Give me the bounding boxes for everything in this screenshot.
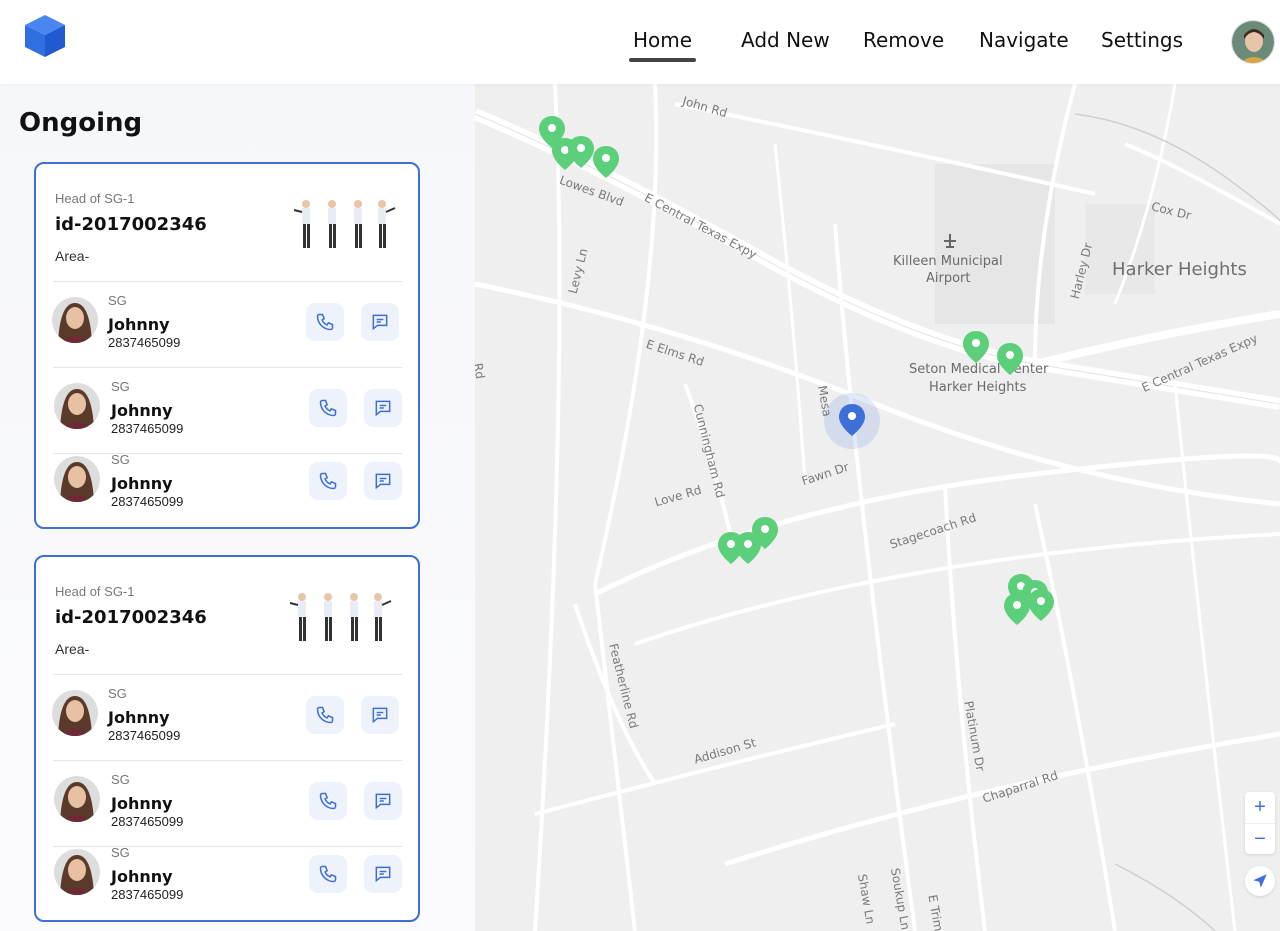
team-area: Area- <box>55 641 90 657</box>
member-name: Johnny <box>111 794 173 813</box>
member-phone: 2837465099 <box>111 887 184 902</box>
airport-label: Airport <box>926 271 971 286</box>
zoom-controls: + − <box>1245 792 1275 854</box>
chat-icon <box>372 707 388 724</box>
team-id: id-2017002346 <box>55 214 207 235</box>
call-button[interactable] <box>309 462 347 500</box>
member-name: Johnny <box>111 474 173 493</box>
team-card[interactable]: Head of SG-1 id-2017002346 Area- SG John… <box>34 162 420 529</box>
hospital-label: Harker Heights <box>929 380 1027 395</box>
nav-remove[interactable]: Remove <box>863 28 944 52</box>
guard-location-pin[interactable] <box>1004 593 1030 625</box>
guard-location-pin[interactable] <box>752 517 778 549</box>
member-name: Johnny <box>108 315 170 334</box>
member-name: Johnny <box>111 401 173 420</box>
chat-icon <box>375 400 391 417</box>
member-role: SG <box>108 686 127 701</box>
call-button[interactable] <box>309 782 347 820</box>
guard-location-pin[interactable] <box>568 136 594 168</box>
member-avatar <box>52 297 98 343</box>
security-guards-illustration <box>293 200 396 248</box>
map-view[interactable]: John Rd Lowes Blvd E Central Texas Expy … <box>475 84 1280 931</box>
chat-icon <box>375 473 391 490</box>
navigation-arrow-icon <box>1253 874 1267 888</box>
member-phone: 2837465099 <box>108 335 181 350</box>
member-role: SG <box>111 845 130 860</box>
team-area: Area- <box>55 248 90 264</box>
nav-home[interactable]: Home <box>628 28 697 62</box>
team-head-label: Head of SG-1 <box>55 191 135 206</box>
member-role: SG <box>111 772 130 787</box>
phone-icon <box>319 472 337 490</box>
security-guards-illustration <box>289 593 392 641</box>
member-phone: 2837465099 <box>111 814 184 829</box>
zoom-in-button[interactable]: + <box>1245 792 1275 823</box>
member-avatar <box>52 690 98 736</box>
list-item: SG Johnny 2837465099 <box>50 833 410 919</box>
chat-icon <box>372 314 388 331</box>
list-item: SG Johnny 2837465099 <box>50 440 410 526</box>
member-avatar <box>54 456 100 502</box>
message-button[interactable] <box>364 462 402 500</box>
map-label-harker-heights: Harker Heights <box>1112 259 1247 280</box>
main-nav: Home Add New Remove Navigate Settings <box>0 28 1280 68</box>
phone-icon <box>319 399 337 417</box>
chat-icon <box>375 866 391 883</box>
member-name: Johnny <box>108 708 170 727</box>
member-avatar <box>54 849 100 895</box>
guard-location-pin[interactable] <box>593 146 619 178</box>
nav-add-new[interactable]: Add New <box>741 28 830 52</box>
phone-icon <box>316 706 334 724</box>
team-head-label: Head of SG-1 <box>55 584 135 599</box>
guard-location-pin[interactable] <box>997 343 1023 375</box>
current-location-pin[interactable] <box>839 404 865 436</box>
member-phone: 2837465099 <box>111 494 184 509</box>
message-button[interactable] <box>364 782 402 820</box>
member-name: Johnny <box>111 867 173 886</box>
page-title: Ongoing <box>19 108 143 138</box>
member-role: SG <box>111 452 130 467</box>
member-role: SG <box>108 293 127 308</box>
member-avatar <box>54 383 100 429</box>
call-button[interactable] <box>309 855 347 893</box>
nav-navigate[interactable]: Navigate <box>979 28 1069 52</box>
call-button[interactable] <box>306 303 344 341</box>
guard-location-pin[interactable] <box>1028 589 1054 621</box>
list-item: SG Johnny 2837465099 <box>50 674 410 760</box>
member-phone: 2837465099 <box>111 421 184 436</box>
zoom-out-button[interactable]: − <box>1245 823 1275 854</box>
member-role: SG <box>111 379 130 394</box>
message-button[interactable] <box>364 389 402 427</box>
locate-me-button[interactable] <box>1245 866 1275 896</box>
message-button[interactable] <box>361 696 399 734</box>
team-card[interactable]: Head of SG-1 id-2017002346 Area- SG John… <box>34 555 420 922</box>
phone-icon <box>319 865 337 883</box>
ongoing-panel: Ongoing Head of SG-1 id-2017002346 Area-… <box>0 84 475 931</box>
call-button[interactable] <box>306 696 344 734</box>
phone-icon <box>316 313 334 331</box>
list-item: SG Johnny 2837465099 <box>50 281 410 367</box>
top-navigation-bar: Home Add New Remove Navigate Settings <box>0 0 1280 84</box>
member-phone: 2837465099 <box>108 728 181 743</box>
guard-location-pin[interactable] <box>963 331 989 363</box>
call-button[interactable] <box>309 389 347 427</box>
user-avatar[interactable] <box>1231 20 1275 64</box>
team-id: id-2017002346 <box>55 607 207 628</box>
phone-icon <box>319 792 337 810</box>
member-avatar <box>54 776 100 822</box>
airport-label: Killeen Municipal <box>893 254 1003 269</box>
message-button[interactable] <box>364 855 402 893</box>
chat-icon <box>375 793 391 810</box>
message-button[interactable] <box>361 303 399 341</box>
nav-settings[interactable]: Settings <box>1101 28 1183 52</box>
hospital-label: Seton Medical Center <box>909 362 1049 377</box>
